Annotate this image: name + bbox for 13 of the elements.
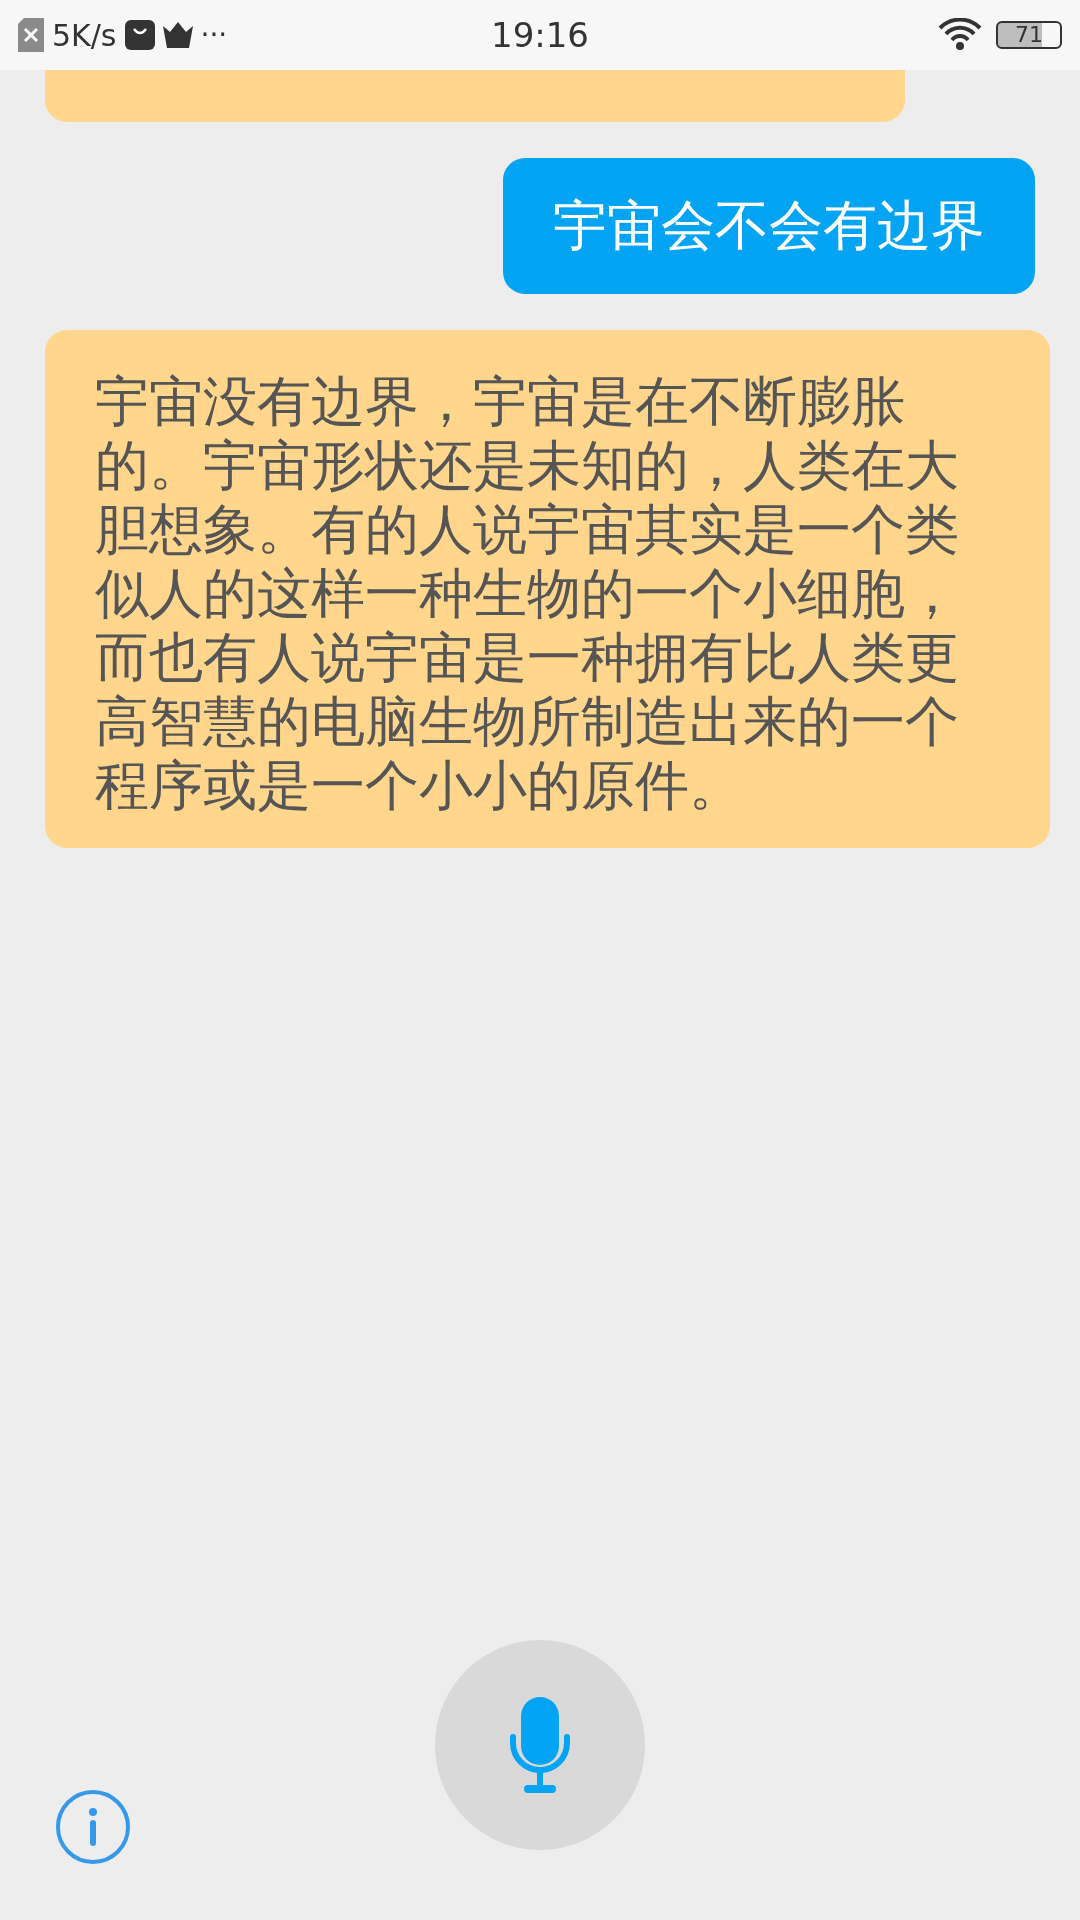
info-button[interactable]	[56, 1790, 130, 1864]
info-icon	[88, 1808, 98, 1846]
bag-icon	[124, 20, 155, 50]
reply-message-bubble: 宇宙没有边界，宇宙是在不断膨胀的。宇宙形状还是未知的，人类在大胆想象。有的人说宇宙其实是一个类似人的这样一种生物的一个小细胞，而也有人说宇宙是一种拥有比人类更高智慧的电脑生物所制造出来的一个程序或是一个小小的原件。	[45, 330, 1050, 848]
microphone-icon	[510, 1697, 570, 1793]
clock-time: 19:16	[491, 13, 589, 57]
wifi-icon	[938, 18, 982, 52]
user-message-bubble: 宇宙会不会有边界	[503, 158, 1035, 294]
sim-off-icon	[18, 18, 44, 52]
battery-indicator: 71	[996, 21, 1062, 49]
crown-icon	[162, 22, 193, 48]
more-notifications: ···	[200, 17, 228, 53]
network-speed: 5K/s	[52, 16, 117, 55]
